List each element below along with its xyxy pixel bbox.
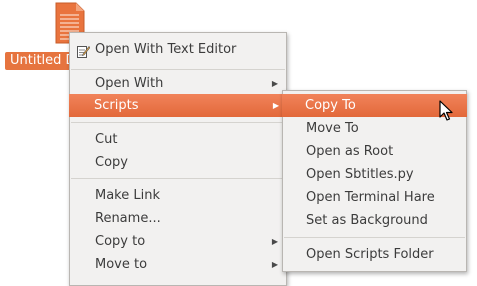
menu-item-open-with-text-editor[interactable]: Open With Text Editor	[70, 38, 286, 61]
menu-separator	[71, 122, 285, 123]
submenu-item-open-as-root[interactable]: Open as Root	[283, 140, 466, 163]
menu-item-label: Open as Root	[306, 144, 394, 159]
submenu-item-set-as-background[interactable]: Set as Background	[283, 209, 466, 232]
menu-item-rename[interactable]: Rename...	[70, 207, 286, 230]
menu-item-scripts[interactable]: Scripts ▶	[69, 94, 287, 117]
submenu-item-open-sbtitles[interactable]: Open Sbtitles.py	[283, 163, 466, 186]
menu-item-label: Set as Background	[306, 213, 428, 228]
menu-item-move-to[interactable]: Move to ▶	[70, 253, 286, 276]
menu-item-label: Scripts	[94, 98, 139, 113]
mouse-pointer-icon	[439, 100, 453, 122]
menu-item-label: Make Link	[95, 188, 160, 203]
menu-item-make-link[interactable]: Make Link	[70, 184, 286, 207]
context-menu: Open With Text Editor Open With ▶ Script…	[69, 32, 287, 286]
menu-item-label: Open Scripts Folder	[306, 247, 434, 262]
menu-item-label: Move to	[95, 257, 148, 272]
text-editor-icon	[77, 43, 91, 58]
menu-item-label: Move To	[306, 121, 359, 136]
menu-item-label: Open With	[95, 76, 164, 91]
submenu-arrow-icon: ▶	[272, 101, 279, 110]
menu-item-label: Copy	[95, 155, 128, 170]
submenu-arrow-icon: ▶	[271, 237, 278, 246]
menu-separator	[71, 178, 285, 179]
menu-item-label: Open Terminal Hare	[306, 190, 435, 205]
menu-item-copy-to[interactable]: Copy to ▶	[70, 230, 286, 253]
submenu-arrow-icon: ▶	[271, 260, 278, 269]
menu-item-label: Cut	[95, 132, 118, 147]
menu-item-cut[interactable]: Cut	[70, 128, 286, 151]
menu-separator	[71, 69, 285, 70]
menu-item-label: Open With Text Editor	[95, 42, 237, 57]
menu-separator	[284, 237, 465, 238]
submenu-item-open-scripts-folder[interactable]: Open Scripts Folder	[283, 243, 466, 266]
menu-item-label: Copy To	[305, 98, 356, 113]
menu-item-label: Open Sbtitles.py	[306, 167, 414, 182]
submenu-arrow-icon: ▶	[271, 79, 278, 88]
menu-item-label: Rename...	[95, 211, 161, 226]
submenu-item-open-terminal-hare[interactable]: Open Terminal Hare	[283, 186, 466, 209]
menu-item-copy[interactable]: Copy	[70, 151, 286, 174]
menu-item-label: Copy to	[95, 234, 146, 249]
menu-item-open-with[interactable]: Open With ▶	[70, 72, 286, 95]
